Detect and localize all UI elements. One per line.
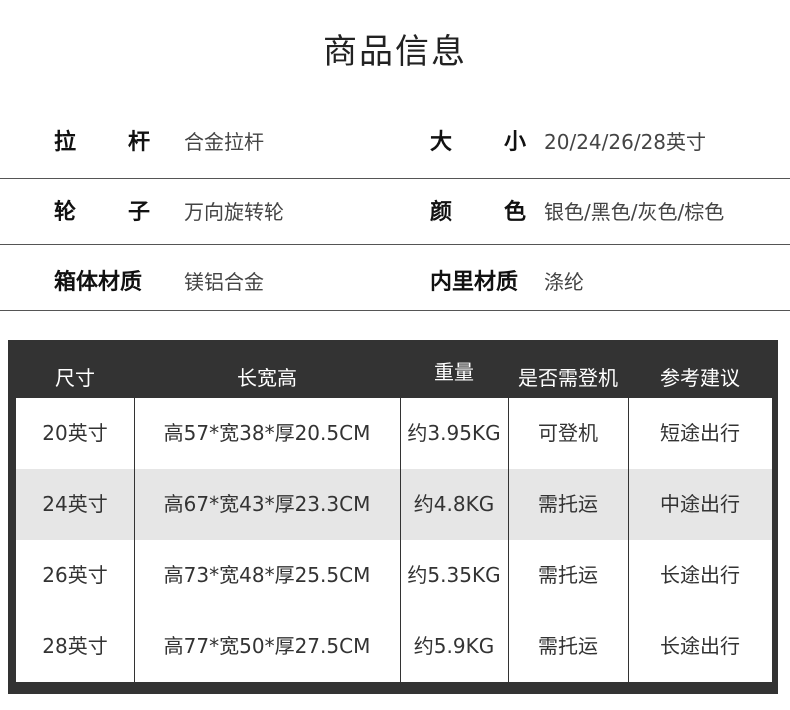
header-weight: 重量 <box>434 360 474 384</box>
spec-label-shell-material: 箱体材质 <box>54 270 143 295</box>
spec-row: 箱体材质 镁铝合金 内里材质 涤纶 <box>0 250 790 312</box>
spec-value-size: 20/24/26/28英寸 <box>544 130 707 154</box>
cell-suggestion: 中途出行 <box>660 492 740 516</box>
spec-value-color: 银色/黑色/灰色/棕色 <box>544 200 725 224</box>
cell-weight: 约5.35KG <box>407 563 501 587</box>
page-title: 商品信息 <box>323 32 467 72</box>
size-table: 尺寸 长宽高 重量 是否需登机 参考建议 20英寸 高57*宽38*厚20.5C… <box>8 340 778 694</box>
cell-boarding: 需托运 <box>538 563 598 587</box>
table-body: 20英寸 高57*宽38*厚20.5CM 约3.95KG 可登机 短途出行 24… <box>16 398 772 682</box>
cell-dimensions: 高77*宽50*厚27.5CM <box>163 634 371 658</box>
divider <box>0 178 790 179</box>
header-boarding: 是否需登机 <box>518 366 618 390</box>
header-suggestion: 参考建议 <box>660 366 740 390</box>
table-row: 20英寸 高57*宽38*厚20.5CM 约3.95KG 可登机 短途出行 <box>16 398 772 469</box>
column-divider <box>400 398 401 682</box>
cell-suggestion: 短途出行 <box>660 421 740 445</box>
cell-size: 28英寸 <box>42 634 108 658</box>
cell-dimensions: 高57*宽38*厚20.5CM <box>163 421 371 445</box>
spec-label-lining-material: 内里材质 <box>430 270 519 295</box>
cell-size: 24英寸 <box>42 492 108 516</box>
table-header: 尺寸 长宽高 重量 是否需登机 参考建议 <box>8 340 778 398</box>
spec-label-size: 大 小 <box>430 130 526 155</box>
divider <box>0 310 790 311</box>
spec-label-handle: 拉 杆 <box>54 130 150 155</box>
cell-weight: 约4.8KG <box>413 492 495 516</box>
cell-boarding: 需托运 <box>538 492 598 516</box>
cell-size: 26英寸 <box>42 563 108 587</box>
spec-value-shell-material: 镁铝合金 <box>184 270 264 294</box>
cell-dimensions: 高73*宽48*厚25.5CM <box>163 563 371 587</box>
spec-value-wheels: 万向旋转轮 <box>184 200 284 224</box>
table-row: 28英寸 高77*宽50*厚27.5CM 约5.9KG 需托运 长途出行 <box>16 611 772 682</box>
column-divider <box>628 398 629 682</box>
divider <box>0 244 790 245</box>
spec-row: 轮 子 万向旋转轮 颜 色 银色/黑色/灰色/棕色 <box>0 180 790 242</box>
spec-value-handle: 合金拉杆 <box>184 130 264 154</box>
spec-label-color: 颜 色 <box>430 200 526 225</box>
column-divider <box>508 398 509 682</box>
table-row: 24英寸 高67*宽43*厚23.3CM 约4.8KG 需托运 中途出行 <box>16 469 772 540</box>
cell-suggestion: 长途出行 <box>660 634 740 658</box>
cell-suggestion: 长途出行 <box>660 563 740 587</box>
column-divider <box>134 398 135 682</box>
spec-value-lining-material: 涤纶 <box>544 270 584 294</box>
cell-size: 20英寸 <box>42 421 108 445</box>
spec-row: 拉 杆 合金拉杆 大 小 20/24/26/28英寸 <box>0 110 790 172</box>
cell-weight: 约3.95KG <box>407 421 501 445</box>
cell-boarding: 需托运 <box>538 634 598 658</box>
cell-dimensions: 高67*宽43*厚23.3CM <box>163 492 371 516</box>
cell-weight: 约5.9KG <box>413 634 495 658</box>
table-row: 26英寸 高73*宽48*厚25.5CM 约5.35KG 需托运 长途出行 <box>16 540 772 611</box>
header-size: 尺寸 <box>55 366 95 390</box>
cell-boarding: 可登机 <box>538 421 598 445</box>
header-dimensions: 长宽高 <box>237 366 297 390</box>
spec-label-wheels: 轮 子 <box>54 200 150 225</box>
